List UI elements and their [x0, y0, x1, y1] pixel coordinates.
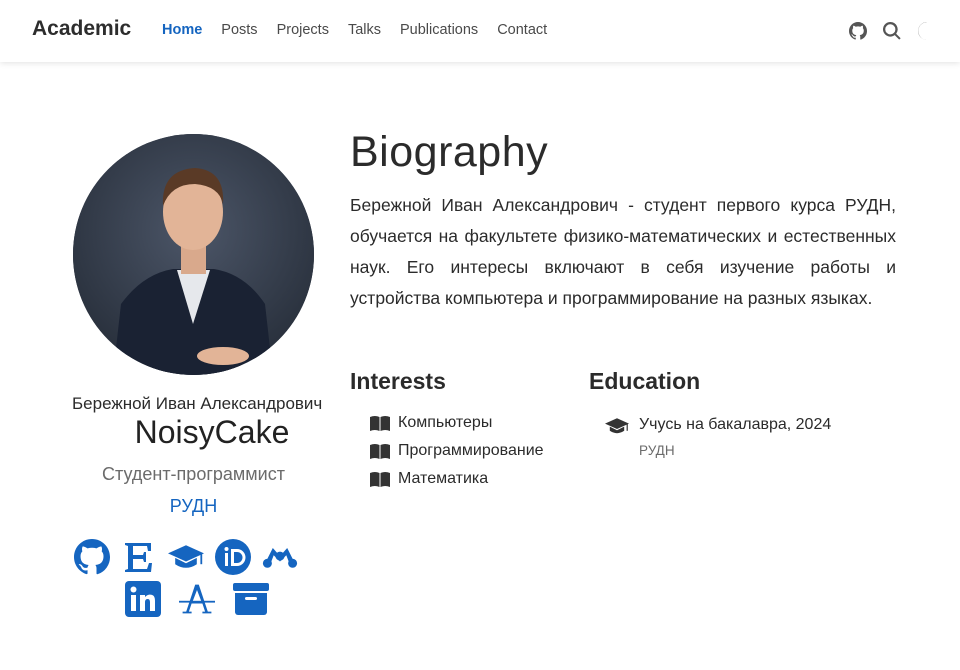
education-title: Education — [589, 368, 701, 394]
graduation-cap-icon[interactable] — [167, 538, 205, 576]
biography-text: Бережной Иван Александрович - студент пе… — [350, 195, 896, 308]
interest-item: Математика — [370, 470, 488, 488]
navbar: Academic Home Posts Projects Talks Publi… — [0, 0, 960, 62]
nav-links: Home Posts Projects Talks Publications C… — [162, 22, 566, 38]
nav-link-talks[interactable]: Talks — [348, 22, 381, 38]
archive-icon[interactable] — [232, 580, 270, 618]
nickname: NoisyCake — [134, 414, 290, 450]
nav-link-projects[interactable]: Projects — [277, 22, 329, 38]
mendeley-icon[interactable] — [261, 538, 299, 576]
linkedin-icon[interactable] — [124, 580, 162, 618]
interest-item: Компьютеры — [370, 414, 492, 432]
nav-icons — [848, 21, 936, 41]
book-icon — [370, 472, 390, 487]
education-institution: РУДН — [639, 443, 675, 458]
search-icon[interactable] — [882, 21, 902, 41]
nav-link-posts[interactable]: Posts — [221, 22, 257, 38]
social-links-row-1 — [73, 538, 299, 576]
interests-title: Interests — [350, 368, 446, 394]
academia-icon[interactable] — [178, 580, 216, 618]
full-name: Бережной Иван Александрович — [72, 394, 323, 413]
role: Студент-программист — [102, 464, 285, 484]
nav-link-publications[interactable]: Publications — [400, 22, 478, 38]
elibrary-icon[interactable] — [120, 538, 158, 576]
biography-title: Biography — [350, 128, 549, 176]
graduation-cap-icon — [605, 416, 629, 436]
social-links-row-2 — [124, 580, 270, 618]
moon-icon[interactable] — [916, 21, 936, 41]
interest-label: Программирование — [398, 442, 544, 459]
github-icon[interactable] — [848, 21, 868, 41]
education-course: Учусь на бакалавра, 2024 — [639, 416, 832, 433]
book-icon — [370, 444, 390, 459]
book-icon — [370, 416, 390, 431]
interest-label: Компьютеры — [398, 414, 493, 431]
nav-link-contact[interactable]: Contact — [497, 22, 547, 38]
interest-item: Программирование — [370, 442, 544, 460]
github-icon[interactable] — [73, 538, 111, 576]
nav-link-home[interactable]: Home — [162, 22, 202, 38]
avatar — [73, 134, 314, 375]
brand-logo[interactable]: Academic — [32, 17, 131, 41]
organization-link[interactable]: РУДН — [73, 496, 314, 517]
orcid-icon[interactable] — [214, 538, 252, 576]
interest-label: Математика — [398, 470, 489, 487]
